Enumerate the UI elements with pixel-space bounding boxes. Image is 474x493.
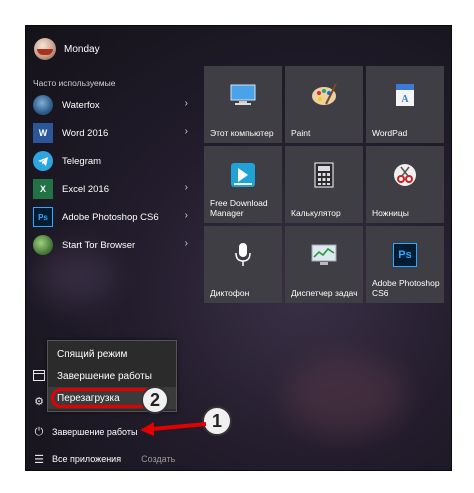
chevron-right-icon[interactable]: › [185,126,188,137]
tile-label: Paint [291,128,311,138]
app-label: Telegram [62,155,102,167]
tile-label: Диспетчер задач [291,288,358,298]
tile-label: Ножницы [372,208,409,218]
avatar [34,38,56,60]
sleep-option[interactable]: Спящий режим [48,343,176,365]
user-account[interactable]: Monday [34,36,100,62]
chevron-right-icon[interactable]: › [185,98,188,109]
power-button-label: Завершение работы [52,427,138,437]
power-button[interactable]: ⏻ Завершение работы [26,422,138,442]
tile-label: Free Download Manager [210,198,268,218]
restart-highlight [51,388,155,408]
power-icon: ⏻ [34,425,44,438]
photoshop-logo: Ps [393,243,417,267]
wordpad-icon: A [390,80,420,110]
app-item-excel[interactable]: X Excel 2016 › [26,175,196,203]
app-label: Word 2016 [62,127,109,139]
tile-label: Калькулятор [291,208,341,218]
tile-voice-recorder[interactable]: Диктофон [204,226,282,303]
photoshop-icon: Ps [390,240,420,270]
tile-wordpad[interactable]: A WordPad [366,66,444,143]
excel-icon: X [33,179,53,199]
user-name: Monday [64,43,100,55]
calculator-icon [309,160,339,190]
waterfox-icon [33,95,53,115]
tile-task-manager[interactable]: Диспетчер задач [285,226,363,303]
shutdown-option[interactable]: Завершение работы [48,365,176,387]
most-used-list: Waterfox › W Word 2016 › Telegram X Exce… [26,91,196,259]
chevron-right-icon[interactable]: › [185,182,188,193]
app-item-tor-browser[interactable]: Start Tor Browser › [26,231,196,259]
background-blur [286,356,406,436]
app-label: Excel 2016 [62,183,110,195]
create-button[interactable]: Создать [141,454,175,464]
most-used-heading: Часто используемые [33,78,116,88]
tile-photoshop[interactable]: Ps Adobe Photoshop CS6 [366,226,444,303]
app-item-photoshop[interactable]: Ps Adobe Photoshop CS6 › [26,203,196,231]
step-2-badge: 2 [141,386,169,414]
app-label: Start Tor Browser [62,239,136,251]
tile-free-download-manager[interactable]: Free Download Manager [204,146,282,223]
app-item-word[interactable]: W Word 2016 › [26,119,196,147]
all-apps-row: ☰ Все приложения Создать [26,450,451,468]
tile-label: Adobe Photoshop CS6 [372,278,440,298]
tile-label: WordPad [372,128,408,138]
word-icon: W [33,123,53,143]
tile-paint[interactable]: Paint [285,66,363,143]
this-pc-icon [228,80,258,110]
microphone-icon [228,240,258,270]
tile-label: Диктофон [210,288,250,298]
app-item-telegram[interactable]: Telegram [26,147,196,175]
tor-browser-icon [33,235,53,255]
svg-text:A: A [401,94,409,105]
gear-icon[interactable]: ⚙ [32,394,46,408]
task-manager-icon [309,240,339,270]
chevron-right-icon[interactable]: › [185,210,188,221]
scissors-icon [390,160,420,190]
download-manager-icon [228,160,258,190]
tile-snipping-tool[interactable]: Ножницы [366,146,444,223]
all-apps-button[interactable]: Все приложения [52,454,121,464]
app-label: Waterfox [62,99,100,111]
file-explorer-icon[interactable] [32,368,46,382]
arrow-icon [140,422,207,436]
tile-this-pc[interactable]: Этот компьютер [204,66,282,143]
app-label: Adobe Photoshop CS6 [62,211,159,223]
telegram-icon [33,151,53,171]
chevron-right-icon[interactable]: › [185,238,188,249]
tile-label: Этот компьютер [210,128,274,138]
app-item-waterfox[interactable]: Waterfox › [26,91,196,119]
list-icon: ☰ [34,453,44,466]
photoshop-icon: Ps [33,207,53,227]
tile-calculator[interactable]: Калькулятор [285,146,363,223]
paint-icon [309,80,339,110]
